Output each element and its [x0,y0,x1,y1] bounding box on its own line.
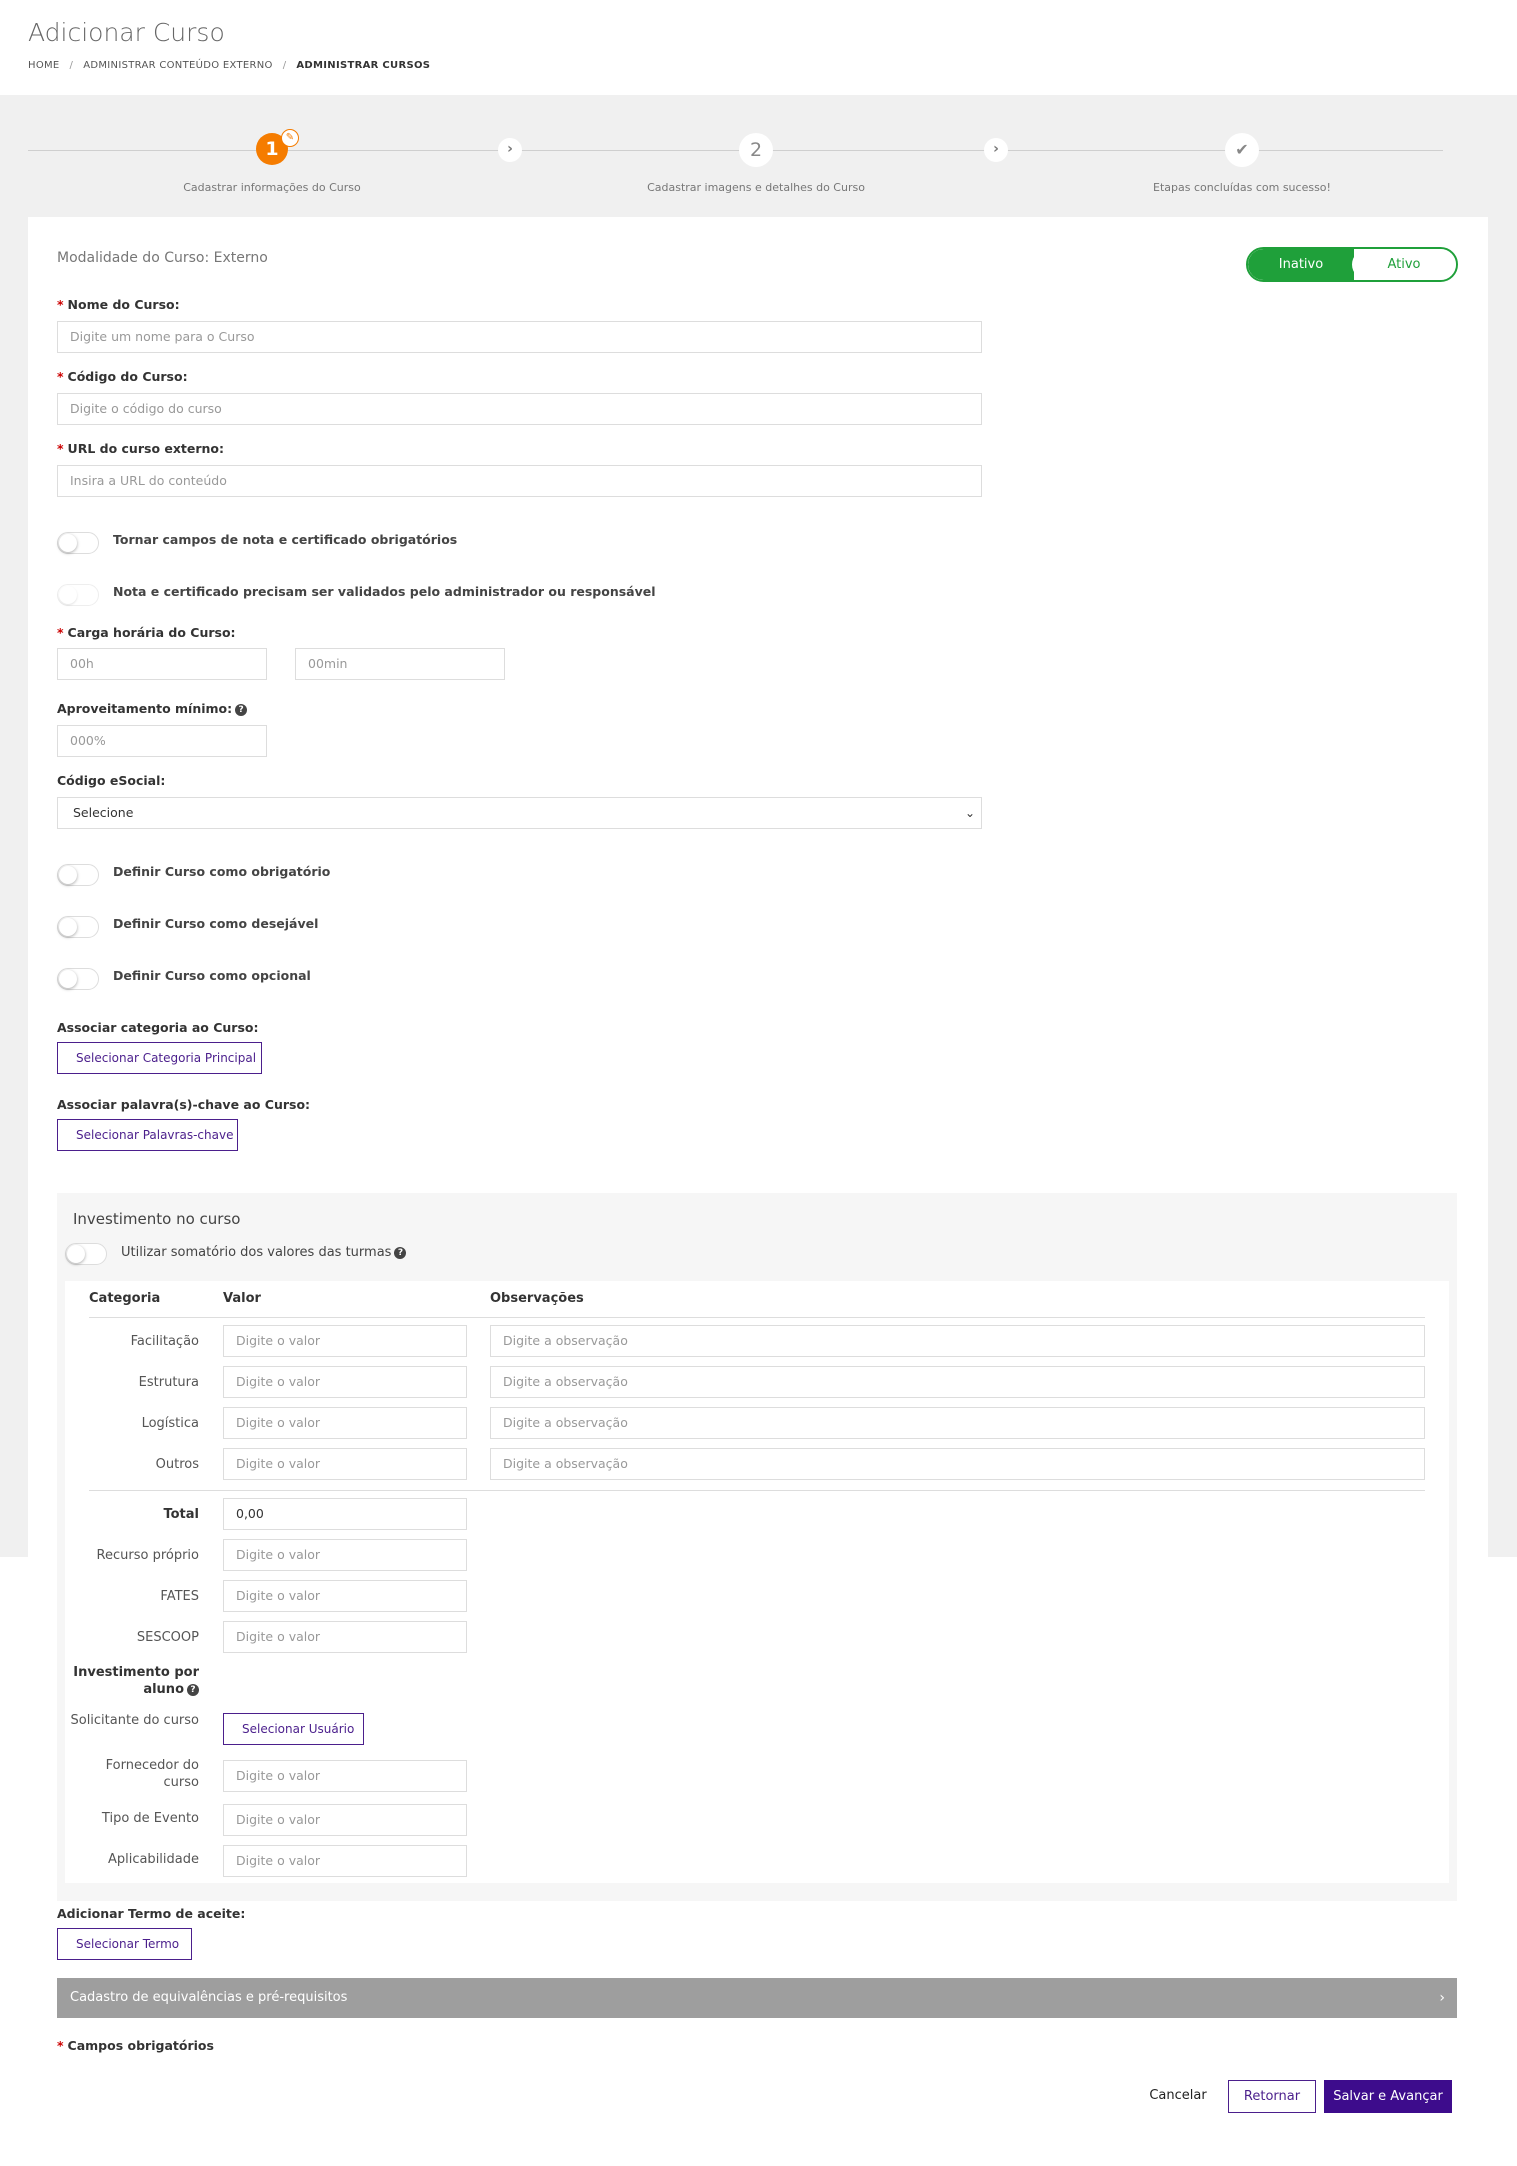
esocial-label: Código eSocial: [57,773,166,788]
keywords-label: Associar palavra(s)-chave ao Curso: [57,1097,311,1112]
fates-input[interactable]: Digite o valor [223,1580,467,1612]
total-label: Total [163,1507,199,1522]
cancel-button[interactable]: Cancelar [1143,2080,1213,2112]
status-inactive[interactable]: Inativo [1248,249,1354,280]
breadcrumb: HOME / ADMINISTRAR CONTEÚDO EXTERNO / ADMINI… [28,60,431,71]
row-label: Outros [155,1457,199,1472]
breadcrumb-current: ADMINISTRAR CURSOS [296,60,431,71]
back-button[interactable]: Retornar [1228,2080,1316,2113]
select-keywords-button[interactable]: Selecionar Palavras-chave [57,1119,238,1151]
course-code-label: * Código do Curso: [57,369,188,384]
status-switch[interactable]: Inativo Ativo [1246,247,1458,282]
min-score-input[interactable]: 000% [57,725,267,757]
equivalences-accordion[interactable]: Cadastro de equivalências e pré-requisit… [57,1978,1457,2018]
page-header: Adicionar Curso HOME / ADMINISTRAR CONTEÚD… [0,0,1517,95]
status-active[interactable]: Ativo [1352,249,1456,280]
edit-pencil-icon: ✎ [281,129,299,147]
fates-label: FATES [160,1589,199,1604]
value-input[interactable]: Digite o valor [223,1448,467,1480]
chevron-right-icon: › [1439,1990,1445,2006]
toggle-optional[interactable] [57,968,99,990]
event-type-label: Tipo de Evento [101,1811,199,1826]
toggle-validation[interactable] [57,584,99,606]
terms-label: Adicionar Termo de aceite: [57,1906,246,1921]
per-student-label: Investimento por aluno? [73,1665,199,1697]
esocial-select[interactable]: Selecione ⌄ [57,797,982,829]
value-input[interactable]: Digite o valor [223,1407,467,1439]
header-categoria: Categoria [89,1291,161,1306]
chevron-right-icon: › [984,138,1008,162]
header-observacoes: Observações [490,1291,584,1306]
observation-input[interactable]: Digite a observação [490,1407,1425,1439]
observation-input[interactable]: Digite a observação [490,1448,1425,1480]
sescoop-input[interactable]: Digite o valor [223,1621,467,1653]
applicability-input[interactable]: Digite o valor [223,1845,467,1877]
own-resource-label: Recurso próprio [96,1548,199,1563]
course-name-label: * Nome do Curso: [57,297,180,312]
step-3-label: Etapas concluídas com sucesso! [1153,181,1331,194]
step-1-label: Cadastrar informações do Curso [183,181,361,194]
observation-input[interactable]: Digite a observação [490,1325,1425,1357]
breadcrumb-conteudo-externo[interactable]: ADMINISTRAR CONTEÚDO EXTERNO [83,60,272,71]
applicability-label: Aplicabilidade [107,1852,199,1867]
row-label: Facilitação [130,1334,199,1349]
toggle-optional-label: Definir Curso como opcional [113,968,311,983]
select-terms-button[interactable]: Selecionar Termo [57,1928,192,1960]
help-icon[interactable]: ? [187,1684,199,1696]
event-type-input[interactable]: Digite o valor [223,1804,467,1836]
help-icon[interactable]: ? [235,704,248,716]
toggle-grade-required[interactable] [57,532,99,554]
toggle-desirable[interactable] [57,916,99,938]
step-2-label: Cadastrar imagens e detalhes do Curso [647,181,865,194]
sescoop-label: SESCOOP [136,1630,199,1645]
course-modality: Modalidade do Curso: Externo [57,250,268,266]
course-name-input[interactable]: Digite um nome para o Curso [57,321,982,353]
equivalences-accordion-label: Cadastro de equivalências e pré-requisit… [70,1990,348,2005]
row-label: Estrutura [138,1375,199,1390]
toggle-sum-classes-label: Utilizar somatório dos valores das turma… [121,1245,407,1260]
toggle-grade-required-label: Tornar campos de nota e certificado obri… [113,532,458,547]
min-score-label: Aproveitamento mínimo:? [57,701,248,716]
toggle-mandatory-label: Definir Curso como obrigatório [113,864,331,879]
investment-title: Investimento no curso [73,1210,241,1228]
save-next-button[interactable]: Salvar e Avançar [1324,2080,1452,2113]
supplier-label: Fornecedor do curso [105,1758,199,1790]
course-url-label: * URL do curso externo: [57,441,225,456]
toggle-validation-label: Nota e certificado precisam ser validado… [113,584,656,599]
course-url-input[interactable]: Insira a URL do conteúdo [57,465,982,497]
value-input[interactable]: Digite o valor [223,1366,467,1398]
header-valor: Valor [223,1291,261,1306]
toggle-mandatory[interactable] [57,864,99,886]
step-2-circle[interactable]: 2 [739,133,773,167]
chevron-right-icon: › [498,138,522,162]
select-category-button[interactable]: Selecionar Categoria Principal [57,1042,262,1074]
observation-input[interactable]: Digite a observação [490,1366,1425,1398]
help-icon[interactable]: ? [394,1247,407,1259]
toggle-sum-classes[interactable] [65,1243,107,1265]
toggle-desirable-label: Definir Curso como desejável [113,916,319,931]
workload-minutes-input[interactable]: 00min [295,648,505,680]
value-input[interactable]: Digite o valor [223,1325,467,1357]
supplier-input[interactable]: Digite o valor [223,1760,467,1792]
divider [89,1490,1425,1491]
row-label: Logística [141,1416,199,1431]
select-user-button[interactable]: Selecionar Usuário [223,1713,364,1745]
workload-hours-input[interactable]: 00h [57,648,267,680]
category-label: Associar categoria ao Curso: [57,1020,259,1035]
chevron-down-icon: ⌄ [964,806,975,820]
workload-label: * Carga horária do Curso: [57,625,236,640]
course-code-input[interactable]: Digite o código do curso [57,393,982,425]
total-input[interactable]: 0,00 [223,1498,467,1530]
required-fields-note: * Campos obrigatórios [57,2038,214,2053]
divider [89,1317,1425,1318]
own-resource-input[interactable]: Digite o valor [223,1539,467,1571]
checkmark-icon[interactable]: ✔ [1225,133,1259,167]
breadcrumb-home[interactable]: HOME [28,60,60,71]
page-title: Adicionar Curso [28,18,225,47]
requester-label: Solicitante do curso [70,1713,199,1728]
